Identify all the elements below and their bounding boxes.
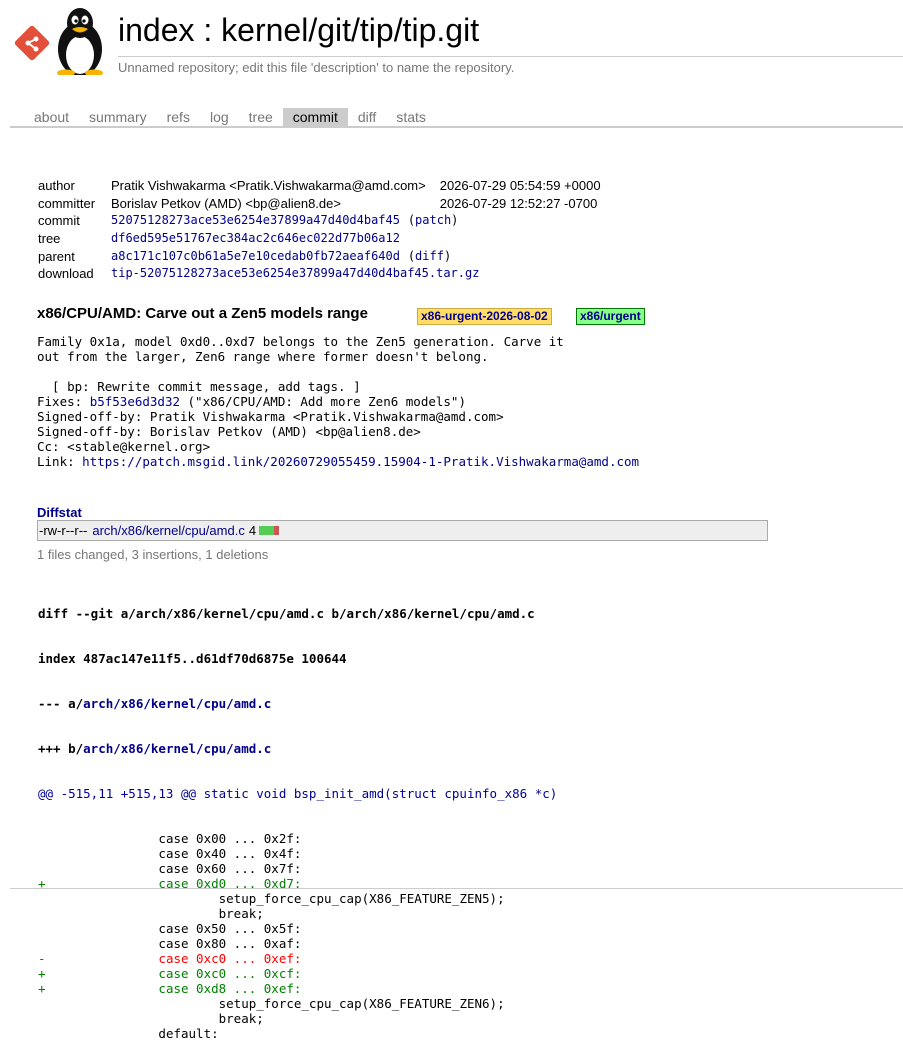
tab-about[interactable]: about [24, 108, 79, 126]
repo-description: Unnamed repository; edit this file 'desc… [118, 60, 515, 75]
hunk-header: @@ -515,11 +515,13 @@ static void bsp_in… [38, 786, 558, 801]
parent-row: parent a8c171c107c0b61a5e7e10cedab0fb72a… [38, 248, 452, 264]
diff-added-line: + case 0xd8 ... 0xef: [38, 981, 302, 996]
diff-lines: case 0x00 ... 0x2f: case 0x40 ... 0x4f: … [38, 831, 557, 1041]
plus-file-link[interactable]: arch/x86/kernel/cpu/amd.c [83, 741, 271, 756]
diff-context-line: break; [38, 906, 264, 921]
committer-value: Borislav Petkov (AMD) <bp@alien8.de> [111, 195, 341, 211]
diff-index-line: index 487ac147e11f5..d61df70d6875e 10064… [38, 651, 347, 666]
minus-file-link[interactable]: arch/x86/kernel/cpu/amd.c [83, 696, 271, 711]
link-prefix: Link: [37, 454, 83, 469]
diff-context-line: setup_force_cpu_cap(X86_FEATURE_ZEN6); [38, 996, 505, 1011]
diff-added-line: + case 0xc0 ... 0xcf: [38, 966, 302, 981]
tab-log[interactable]: log [200, 108, 239, 126]
message-trailers: Signed-off-by: Pratik Vishwakarma <Prati… [37, 409, 504, 454]
header-divider [118, 56, 903, 57]
diff-context-line: case 0x60 ... 0x7f: [38, 861, 302, 876]
commit-subject: x86/CPU/AMD: Carve out a Zen5 models ran… [37, 305, 368, 322]
commit-label: commit [38, 213, 80, 229]
tab-stats[interactable]: stats [386, 108, 436, 126]
patch-msgid-link[interactable]: https://patch.msgid.link/20260729055459.… [82, 454, 639, 469]
diff-context-line: case 0x40 ... 0x4f: [38, 846, 302, 861]
footer-divider [10, 888, 903, 889]
deletions-bar [274, 526, 280, 535]
tab-commit[interactable]: commit [282, 108, 348, 126]
author-row: author Pratik Vishwakarma <Pratik.Vishwa… [38, 177, 601, 195]
diff-minus-file: --- a/arch/x86/kernel/cpu/amd.c [38, 696, 557, 711]
patch-link[interactable]: patch [415, 213, 451, 227]
change-bar [259, 526, 280, 535]
download-row: download tip-52075128273ace53e6254e37899… [38, 265, 601, 283]
tab-refs[interactable]: refs [157, 108, 200, 126]
committer-row: committer Borislav Petkov (AMD) <bp@alie… [38, 195, 601, 213]
tab-bar: about summary refs log tree commit diff … [24, 108, 436, 126]
fixes-prefix: Fixes: [37, 394, 90, 409]
parent-hash-link[interactable]: a8c171c107c0b61a5e7e10cedab0fb72aeaf640d [111, 249, 400, 263]
diff-context-line: case 0x80 ... 0xaf: [38, 936, 302, 951]
diff-context-line: break; [38, 1011, 264, 1026]
tabs-divider [10, 126, 903, 128]
committer-date: 2026-07-29 12:52:27 -0700 [439, 195, 598, 211]
author-label: author [38, 178, 75, 194]
diffstat-table: -rw-r--r-- arch/x86/kernel/cpu/amd.c 4 [37, 520, 768, 541]
tag-badge[interactable]: x86-urgent-2026-08-02 [417, 308, 552, 325]
tab-tree[interactable]: tree [239, 108, 283, 126]
author-date: 2026-07-29 05:54:59 +0000 [439, 178, 601, 194]
download-label: download [38, 266, 94, 282]
diff-view: diff --git a/arch/x86/kernel/cpu/amd.c b… [38, 576, 557, 1056]
insertions-bar [259, 526, 275, 535]
branch-badge[interactable]: x86/urgent [576, 308, 645, 325]
commit-row: commit 52075128273ace53e6254e37899a47d40… [38, 213, 459, 229]
diff-context-line: setup_force_cpu_cap(X86_FEATURE_ZEN5); [38, 891, 505, 906]
diff-context-line: case 0x50 ... 0x5f: [38, 921, 302, 936]
author-value: Pratik Vishwakarma <Pratik.Vishwakarma@a… [111, 178, 426, 194]
diffstat-file-link[interactable]: arch/x86/kernel/cpu/amd.c [92, 523, 244, 538]
parent-diff-link[interactable]: diff [415, 249, 444, 263]
minus-prefix: --- a/ [38, 696, 84, 711]
tree-label: tree [38, 231, 61, 247]
file-mode: -rw-r--r-- [39, 523, 88, 538]
message-body: Family 0x1a, model 0xd0..0xd7 belongs to… [37, 334, 564, 394]
committer-label: committer [38, 195, 96, 211]
tree-hash-link[interactable]: df6ed595e51767ec384ac2c646ec022d77b06a12 [111, 231, 400, 245]
diff-removed-line: - case 0xc0 ... 0xef: [38, 951, 302, 966]
download-link[interactable]: tip-52075128273ace53e6254e37899a47d40d4b… [111, 266, 479, 280]
diff-plus-file: +++ b/arch/x86/kernel/cpu/amd.c [38, 741, 557, 756]
plus-prefix: +++ b/ [38, 741, 84, 756]
tab-summary[interactable]: summary [79, 108, 157, 126]
tab-diff[interactable]: diff [348, 108, 386, 126]
commit-message: Family 0x1a, model 0xd0..0xd7 belongs to… [37, 334, 639, 469]
diff-context-line: default: [38, 1026, 219, 1041]
parent-label: parent [38, 248, 75, 264]
diffstat-header-link[interactable]: Diffstat [37, 505, 82, 520]
fixes-commit-link[interactable]: b5f53e6d3d32 [90, 394, 180, 409]
fixes-subject: ("x86/CPU/AMD: Add more Zen6 models") [180, 394, 466, 409]
diffstat-summary: 1 files changed, 3 insertions, 1 deletio… [37, 547, 269, 562]
diffstat-row: -rw-r--r-- arch/x86/kernel/cpu/amd.c 4 [39, 523, 280, 538]
commit-hash-link[interactable]: 52075128273ace53e6254e37899a47d40d4baf45 [111, 213, 400, 227]
git-tux-logo-icon[interactable] [14, 5, 106, 75]
change-count: 4 [248, 523, 257, 538]
tree-row: tree df6ed595e51767ec384ac2c646ec022d77b… [38, 230, 601, 248]
diff-header-line: diff --git a/arch/x86/kernel/cpu/amd.c b… [38, 606, 535, 621]
diff-context-line: case 0x00 ... 0x2f: [38, 831, 302, 846]
page-title[interactable]: index : kernel/git/tip/tip.git [118, 10, 479, 50]
commit-info-table: author Pratik Vishwakarma <Pratik.Vishwa… [38, 177, 601, 283]
